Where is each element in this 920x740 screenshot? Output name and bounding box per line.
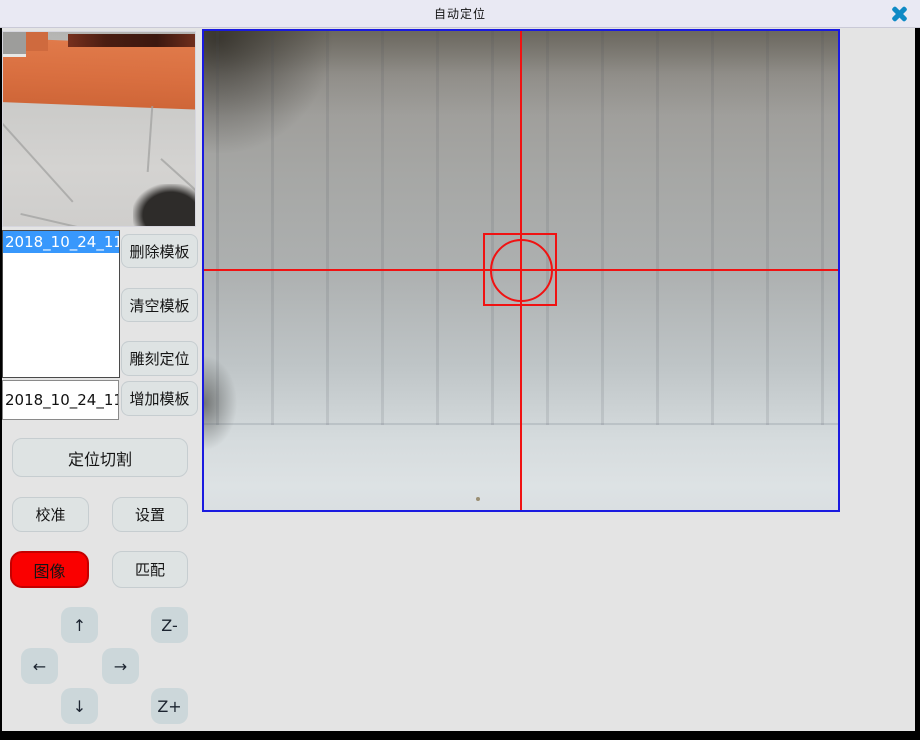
clear-templates-button[interactable]: 清空模板 xyxy=(121,288,198,322)
locate-cut-button[interactable]: 定位切割 xyxy=(12,438,188,477)
z-plus-button[interactable]: Z+ xyxy=(151,688,188,724)
match-button[interactable]: 匹配 xyxy=(112,551,188,588)
template-name-input[interactable] xyxy=(2,380,119,420)
thumbnail-tile-line xyxy=(2,119,74,202)
jog-right-button[interactable]: → xyxy=(102,648,139,684)
thumbnail-dark-bar xyxy=(68,34,195,47)
calibrate-button[interactable]: 校准 xyxy=(12,497,89,532)
camera-spot xyxy=(476,497,480,501)
window-title: 自动定位 xyxy=(434,5,486,22)
titlebar: 自动定位 xyxy=(0,0,920,28)
camera-view[interactable] xyxy=(202,29,840,512)
target-circle xyxy=(490,239,553,302)
z-minus-button[interactable]: Z- xyxy=(151,607,188,643)
template-list-item[interactable]: 2018_10_24_11 xyxy=(3,231,119,253)
settings-button[interactable]: 设置 xyxy=(112,497,188,532)
close-button[interactable] xyxy=(884,3,914,25)
add-template-button[interactable]: 增加模板 xyxy=(121,381,198,416)
engrave-locate-button[interactable]: 雕刻定位 xyxy=(121,341,198,376)
thumbnail-gray-patch xyxy=(3,32,26,57)
template-list[interactable]: 2018_10_24_11 xyxy=(2,230,120,378)
image-button[interactable]: 图像 xyxy=(10,551,89,588)
jog-up-button[interactable]: ↑ xyxy=(61,607,98,643)
close-icon xyxy=(891,6,907,22)
auto-locate-dialog: 自动定位 2018_10_24_11 删除模板 清空模板 雕刻定位 增加模板 定… xyxy=(0,0,920,740)
thumbnail-dark-object xyxy=(133,184,196,227)
jog-down-button[interactable]: ↓ xyxy=(61,688,98,724)
thumbnail-tile-line xyxy=(20,213,142,227)
delete-template-button[interactable]: 删除模板 xyxy=(121,234,198,268)
template-preview-thumbnail xyxy=(2,31,196,227)
jog-left-button[interactable]: ← xyxy=(21,648,58,684)
thumbnail-orange-patch xyxy=(26,32,48,51)
thumbnail-tile-line xyxy=(147,106,154,172)
